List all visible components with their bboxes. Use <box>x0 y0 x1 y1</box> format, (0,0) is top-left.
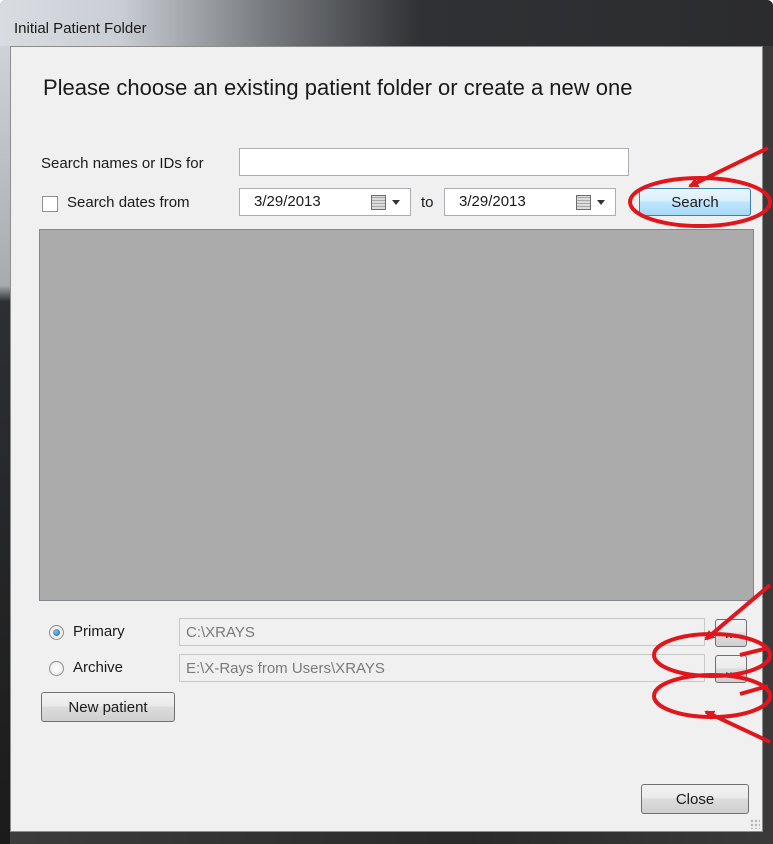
patient-folder-list[interactable] <box>39 229 754 601</box>
dialog-client-area: Please choose an existing patient folder… <box>10 46 763 832</box>
close-button[interactable]: Close <box>641 784 749 814</box>
search-dates-label: Search dates from <box>67 194 190 211</box>
primary-radio[interactable] <box>49 625 64 640</box>
date-to-label: to <box>421 194 434 211</box>
date-from-picker[interactable]: 3/29/2013 <box>239 188 411 216</box>
date-to-value: 3/29/2013 <box>459 193 526 210</box>
new-patient-button[interactable]: New patient <box>41 692 175 722</box>
chevron-down-icon[interactable] <box>597 200 605 205</box>
primary-browse-button[interactable]: ... <box>715 619 747 647</box>
archive-radio[interactable] <box>49 661 64 676</box>
search-names-input[interactable] <box>239 148 629 176</box>
date-to-picker[interactable]: 3/29/2013 <box>444 188 616 216</box>
date-from-value: 3/29/2013 <box>254 193 321 210</box>
primary-path-field <box>179 618 705 646</box>
calendar-icon[interactable] <box>371 195 386 210</box>
primary-label: Primary <box>73 623 125 640</box>
search-dates-checkbox[interactable] <box>42 196 58 212</box>
archive-label: Archive <box>73 659 124 676</box>
window-frame-edge <box>0 46 10 844</box>
calendar-icon[interactable] <box>576 195 591 210</box>
title-bar[interactable]: Initial Patient Folder <box>0 0 773 46</box>
archive-path-field <box>179 654 705 682</box>
search-button[interactable]: Search <box>639 188 751 216</box>
dialog-window: Initial Patient Folder Please choose an … <box>0 0 773 844</box>
window-title: Initial Patient Folder <box>14 20 147 37</box>
chevron-down-icon[interactable] <box>392 200 400 205</box>
archive-browse-button[interactable]: ... <box>715 655 747 683</box>
dialog-heading: Please choose an existing patient folder… <box>43 75 633 100</box>
resize-grip-icon[interactable] <box>750 819 760 829</box>
search-names-label: Search names or IDs for <box>41 155 204 172</box>
